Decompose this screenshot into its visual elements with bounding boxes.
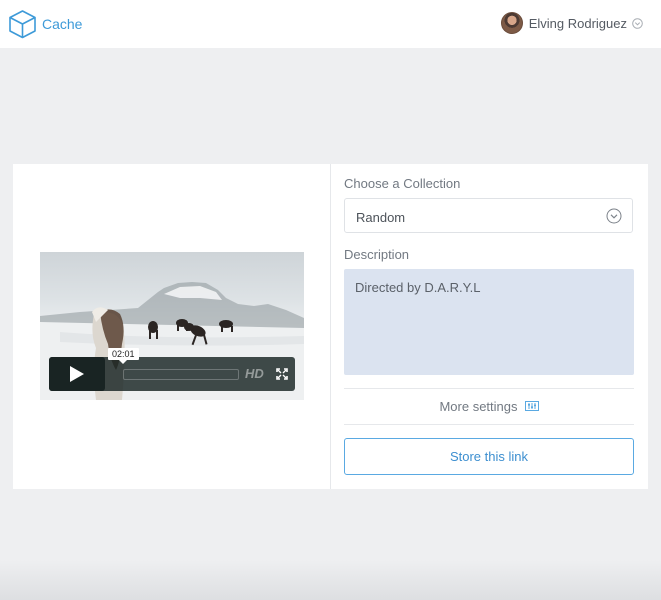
bottom-shadow <box>0 560 661 600</box>
store-link-button[interactable]: Store this link <box>344 438 634 475</box>
hd-button[interactable]: HD <box>245 366 264 381</box>
user-menu[interactable]: Elving Rodriguez <box>500 12 643 34</box>
cube-icon <box>9 10 36 39</box>
time-tooltip: 02:01 <box>108 348 139 364</box>
play-icon <box>70 366 84 382</box>
description-label: Description <box>344 247 410 262</box>
collection-label: Choose a Collection <box>344 176 461 191</box>
chevron-down-icon <box>606 208 622 224</box>
chevron-down-icon <box>632 17 643 29</box>
save-link-card: 02:01 HD Choose a Collection Random Desc… <box>13 164 648 489</box>
description-input[interactable]: Directed by D.A.R.Y.L <box>344 269 634 375</box>
video-controls: 02:01 HD <box>49 348 295 391</box>
video-player[interactable]: 02:01 HD <box>40 252 304 400</box>
more-settings-label: More settings <box>439 398 518 414</box>
progress-bar[interactable] <box>123 369 239 380</box>
description-value: Directed by D.A.R.Y.L <box>355 280 481 295</box>
user-name: Elving Rodriguez <box>528 15 627 31</box>
collection-select[interactable]: Random <box>344 198 633 233</box>
app-logo[interactable]: Cache <box>8 9 82 39</box>
divider <box>344 424 634 425</box>
more-settings-toggle[interactable]: More settings <box>344 388 634 424</box>
sliders-icon <box>524 401 539 411</box>
play-button[interactable] <box>49 357 105 391</box>
fullscreen-icon[interactable] <box>276 368 288 380</box>
avatar <box>500 12 523 34</box>
app-header: Cache Elving Rodriguez <box>0 0 661 48</box>
video-preview-pane: 02:01 HD <box>13 164 331 489</box>
app-name: Cache <box>42 16 83 32</box>
collection-value: Random <box>356 210 406 225</box>
